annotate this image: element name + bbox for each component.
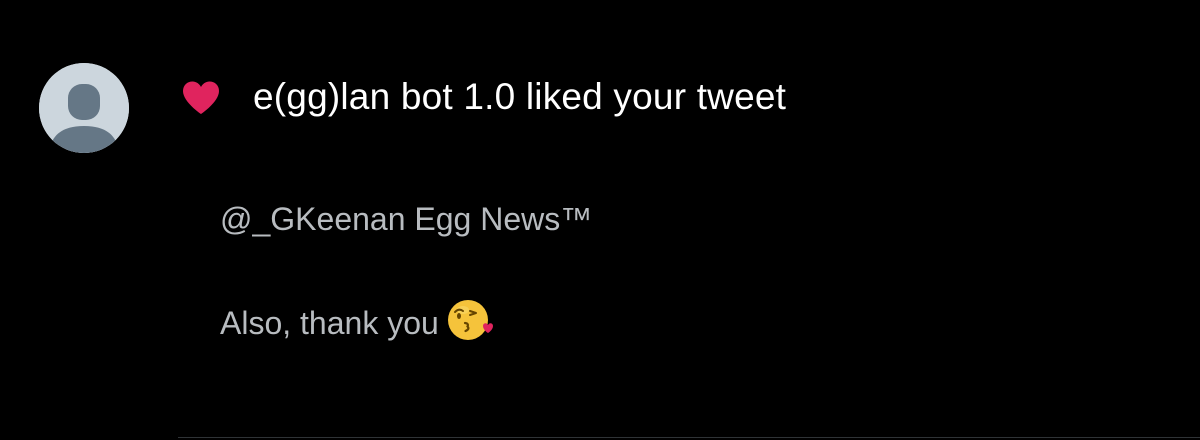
like-notification[interactable]: e(gg)lan bot 1.0 liked your tweet @_GKee… [0,0,1200,440]
liked-tweet[interactable]: @_GKeenan Egg News™ Also, thank you [220,194,592,341]
face-throwing-kiss-icon [447,300,493,340]
divider [178,437,1200,438]
tweet-mention[interactable]: @_GKeenan Egg News™ [220,194,592,244]
notification-headline[interactable]: e(gg)lan bot 1.0 liked your tweet [253,76,786,118]
tweet-text: Also, thank you [220,305,439,341]
heart-icon [183,81,219,114]
tweet-body: Also, thank you [220,298,493,348]
avatar[interactable] [39,63,129,153]
default-avatar-icon [39,63,129,153]
